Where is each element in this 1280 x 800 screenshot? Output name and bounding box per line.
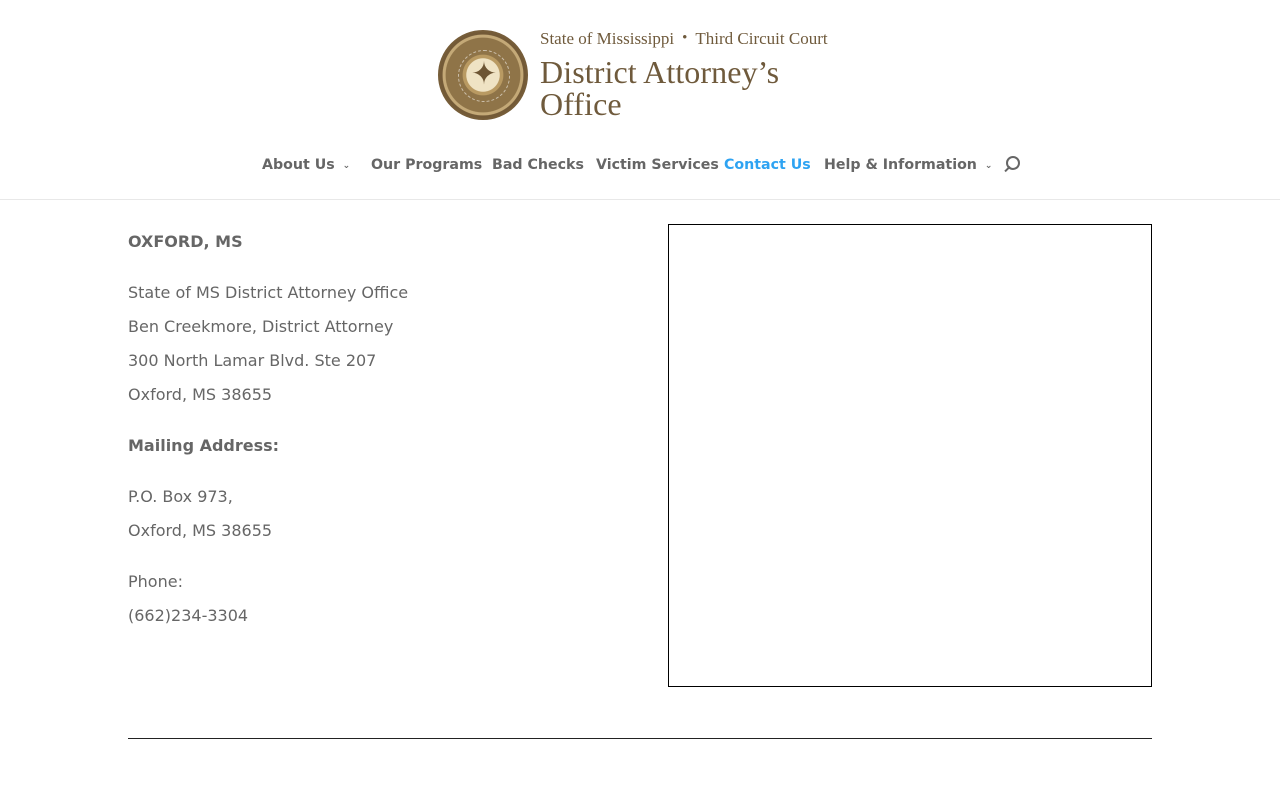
state-seal-icon: ✦ (438, 30, 528, 120)
main-navigation: About Us ⌄ Our Programs Bad Checks Victi… (262, 156, 1023, 174)
mailing-address-heading: Mailing Address: (128, 436, 280, 455)
nav-about-us-label: About Us (262, 157, 335, 173)
site-logo[interactable]: ✦ State of Mississippi • Third Circuit C… (438, 29, 854, 121)
nav-bad-checks-label: Bad Checks (492, 157, 584, 173)
site-header: ✦ State of Mississippi • Third Circuit C… (0, 0, 1280, 200)
logo-top-line: State of Mississippi • Third Circuit Cou… (540, 29, 854, 48)
nav-victim-services[interactable]: Victim Services (596, 157, 724, 173)
phone-label: Phone: (128, 572, 183, 591)
nav-about-us[interactable]: About Us ⌄ (262, 157, 371, 173)
chevron-down-icon: ⌄ (342, 160, 351, 171)
logo-separator: • (682, 29, 688, 46)
nav-our-programs[interactable]: Our Programs (371, 157, 492, 173)
eagle-icon: ✦ (471, 56, 497, 92)
embedded-map-frame[interactable] (668, 224, 1152, 687)
chevron-down-icon: ⌄ (984, 160, 993, 171)
nav-bad-checks[interactable]: Bad Checks (492, 157, 596, 173)
nav-contact-us-label: Contact Us (724, 157, 811, 173)
office-address: State of MS District Attorney Office Ben… (128, 276, 628, 412)
nav-victim-services-label: Victim Services (596, 157, 719, 173)
mailing-city-line: Oxford, MS 38655 (128, 521, 273, 540)
logo-state: State of Mississippi (540, 28, 675, 48)
district-attorney-line: Ben Creekmore, District Attorney (128, 317, 394, 336)
search-icon[interactable] (1003, 154, 1023, 174)
mailing-address: P.O. Box 973, Oxford, MS 38655 (128, 480, 628, 548)
logo-office-name: District Attorney’s Office (540, 53, 780, 122)
logo-court: Third Circuit Court (695, 28, 828, 48)
office-name-line: State of MS District Attorney Office (128, 283, 409, 302)
section-divider (128, 738, 1152, 739)
logo-text: State of Mississippi • Third Circuit Cou… (540, 29, 854, 122)
phone-block: Phone: (662)234-3304 (128, 565, 628, 633)
phone-number[interactable]: (662)234-3304 (128, 599, 628, 633)
nav-help-information[interactable]: Help & Information ⌄ (824, 157, 993, 173)
street-address-line: 300 North Lamar Blvd. Ste 207 (128, 351, 377, 370)
nav-contact-us[interactable]: Contact Us (724, 157, 824, 173)
nav-help-information-label: Help & Information (824, 157, 977, 173)
city-state-zip-line: Oxford, MS 38655 (128, 385, 273, 404)
contact-details: OXFORD, MS State of MS District Attorney… (128, 225, 628, 633)
nav-our-programs-label: Our Programs (371, 157, 483, 173)
mailing-box-line: P.O. Box 973, (128, 487, 233, 506)
location-heading: OXFORD, MS (128, 232, 243, 251)
